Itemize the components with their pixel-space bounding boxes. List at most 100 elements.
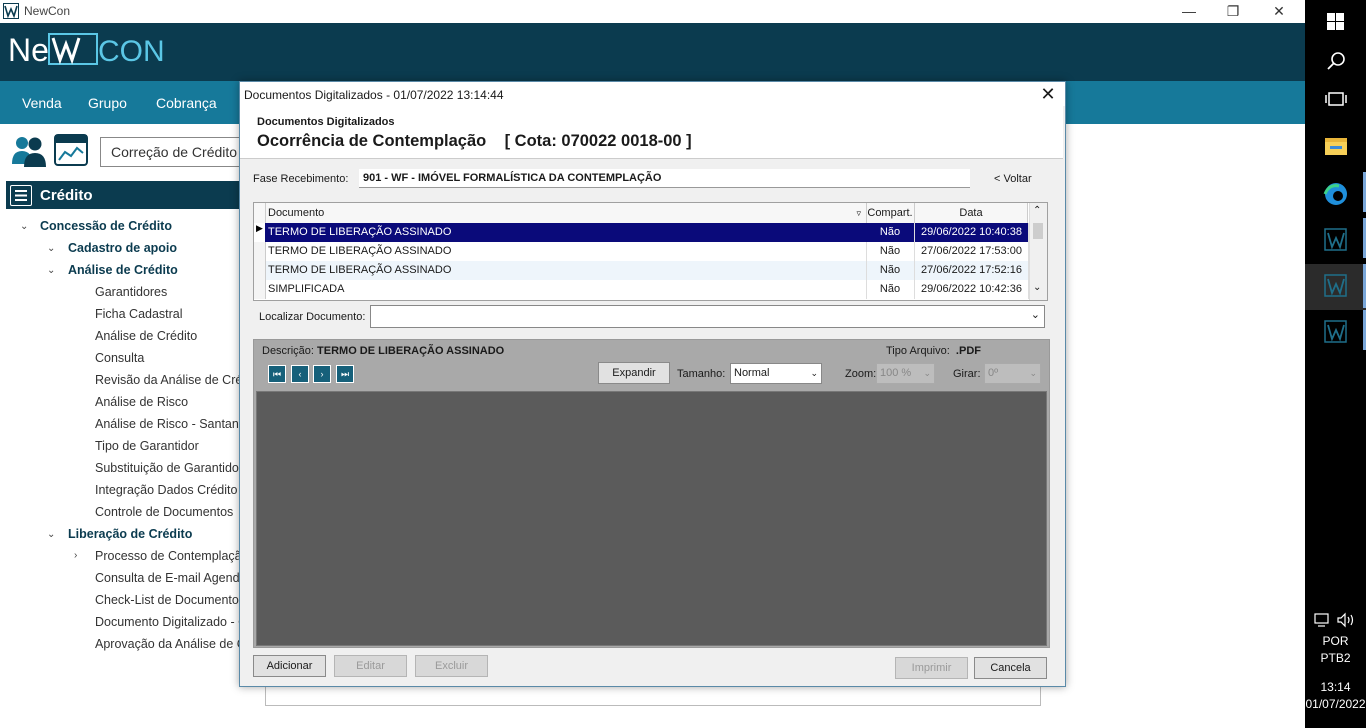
brand-bar: Ne CON: [0, 23, 1305, 81]
tree-item-substituicao-garantidor[interactable]: Substituição de Garantidor: [95, 461, 243, 475]
last-page-button[interactable]: ⏭: [336, 365, 354, 383]
tree-item-revisao-analise[interactable]: Revisão da Análise de Cré: [95, 373, 242, 387]
table-row[interactable]: SIMPLIFICADA Não 29/06/2022 10:42:36: [254, 280, 1029, 299]
descricao: Descrição: TERMO DE LIBERAÇÃO ASSINADO: [262, 345, 505, 357]
menu-cobranca[interactable]: Cobrança: [156, 95, 217, 111]
chevron-right-icon[interactable]: ›: [74, 550, 77, 561]
chevron-down-icon: ⌄: [923, 368, 931, 378]
menu-venda[interactable]: Venda: [22, 95, 62, 111]
zoom-label: Zoom:: [845, 368, 877, 380]
tree-item-aprovacao-analise[interactable]: Aprovação da Análise de C: [95, 637, 246, 651]
svg-text:Ne: Ne: [8, 32, 49, 68]
newcon-taskbar-icon[interactable]: [1305, 218, 1366, 262]
report-screen-icon[interactable]: [54, 134, 88, 166]
close-window-button[interactable]: ✕: [1264, 2, 1294, 20]
chevron-down-icon[interactable]: ⌄: [20, 221, 28, 232]
tree-item-tipo-garantidor[interactable]: Tipo de Garantidor: [95, 439, 199, 453]
users-icon[interactable]: [12, 134, 46, 168]
menu-list-icon[interactable]: [10, 185, 32, 206]
app-titlebar: NewCon — ❐ ✕: [0, 0, 1305, 23]
language-label[interactable]: POR: [1305, 634, 1366, 648]
documentos-digitalizados-dialog: Documentos Digitalizados - 01/07/2022 13…: [239, 81, 1066, 687]
voltar-link[interactable]: < Voltar: [994, 173, 1032, 185]
tree-item-liberacao-credito[interactable]: Liberação de Crédito: [68, 527, 192, 541]
tree-item-check-list[interactable]: Check-List de Documento: [95, 593, 239, 607]
newcon-taskbar-icon-active[interactable]: [1305, 264, 1366, 308]
chevron-down-icon: ⌄: [810, 368, 818, 378]
tree-item-documento-digitalizado[interactable]: Documento Digitalizado - C: [95, 615, 247, 629]
table-row[interactable]: TERMO DE LIBERAÇÃO ASSINADO Não 27/06/20…: [254, 261, 1029, 280]
first-page-button[interactable]: ⏮: [268, 365, 286, 383]
tree-item-garantidores[interactable]: Garantidores: [95, 285, 167, 299]
tamanho-select[interactable]: Normal ⌄: [730, 363, 822, 384]
edge-browser-icon[interactable]: [1305, 172, 1366, 216]
next-page-button[interactable]: ›: [313, 365, 331, 383]
tree-item-cadastro-apoio[interactable]: Cadastro de apoio: [68, 241, 177, 255]
svg-text:CON: CON: [98, 35, 165, 68]
tree-item-consulta[interactable]: Consulta: [95, 351, 144, 365]
grid-header: Documento ▿ Compart. Data: [254, 203, 1028, 224]
clock-time[interactable]: 13:14: [1305, 680, 1366, 694]
clock-date[interactable]: 01/07/2022: [1305, 697, 1366, 711]
breadcrumb[interactable]: Correção de Crédito: [100, 137, 242, 167]
localizar-documento-select[interactable]: ⌄: [370, 305, 1045, 328]
document-viewer: Descrição: TERMO DE LIBERAÇÃO ASSINADO T…: [253, 339, 1050, 648]
windows-taskbar: POR PTB2 13:14 01/07/2022: [1305, 0, 1366, 728]
dialog-subtitle: Documentos Digitalizados: [257, 116, 395, 128]
task-view-icon[interactable]: [1305, 78, 1366, 122]
scroll-up-icon[interactable]: ⌃: [1033, 205, 1041, 216]
prev-page-button[interactable]: ‹: [291, 365, 309, 383]
tree-item-concessao-credito[interactable]: Concessão de Crédito: [40, 219, 172, 233]
tree-item-analise-risco[interactable]: Análise de Risco: [95, 395, 188, 409]
chevron-down-icon[interactable]: ⌄: [47, 243, 55, 254]
newcon-taskbar-icon-2[interactable]: [1305, 310, 1366, 354]
tree-item-ficha-cadastral[interactable]: Ficha Cadastral: [95, 307, 183, 321]
table-row[interactable]: ▶ TERMO DE LIBERAÇÃO ASSINADO Não 29/06/…: [254, 223, 1029, 242]
chevron-down-icon[interactable]: ⌄: [1031, 308, 1040, 321]
scroll-down-icon[interactable]: ⌄: [1033, 282, 1041, 293]
fase-recebimento-value: 901 - WF - IMÓVEL FORMALÍSTICA DA CONTEM…: [363, 172, 662, 184]
tipo-arquivo: Tipo Arquivo: .PDF: [886, 345, 981, 357]
imprimir-button[interactable]: Imprimir: [895, 657, 968, 679]
document-preview-area[interactable]: [256, 391, 1047, 646]
excluir-button[interactable]: Excluir: [415, 655, 488, 677]
tree-item-integracao-dados[interactable]: Integração Dados Crédito: [95, 483, 237, 497]
tree-item-processo-contemplacao[interactable]: Processo de Contemplaçã: [95, 549, 242, 563]
dialog-close-icon[interactable]: ✕: [1037, 84, 1059, 105]
minimize-button[interactable]: —: [1174, 2, 1204, 20]
chevron-down-icon: ⌄: [1029, 368, 1037, 378]
tree-item-controle-documentos[interactable]: Controle de Documentos: [95, 505, 233, 519]
adicionar-button[interactable]: Adicionar: [253, 655, 326, 677]
tree-item-analise-credito[interactable]: Análise de Crédito: [95, 329, 197, 343]
column-documento[interactable]: Documento ▿: [265, 203, 867, 223]
fase-recebimento-label: Fase Recebimento:: [253, 173, 349, 185]
zoom-select[interactable]: 100 % ⌄: [876, 363, 935, 384]
girar-select[interactable]: 0º ⌄: [984, 363, 1041, 384]
table-row[interactable]: TERMO DE LIBERAÇÃO ASSINADO Não 27/06/20…: [254, 242, 1029, 261]
newcon-app-icon: [3, 3, 19, 19]
grid-scrollbar[interactable]: ⌃ ⌄: [1029, 203, 1047, 300]
restore-button[interactable]: ❐: [1218, 2, 1248, 20]
tree-item-analise-risco-santander[interactable]: Análise de Risco - Santan: [95, 417, 239, 431]
windows-start-icon[interactable]: [1305, 0, 1366, 44]
keyboard-label[interactable]: PTB2: [1305, 651, 1366, 665]
tree-item-consulta-email[interactable]: Consulta de E-mail Agend: [95, 571, 240, 585]
column-compart[interactable]: Compart.: [866, 203, 915, 223]
expandir-button[interactable]: Expandir: [598, 362, 670, 384]
editar-button[interactable]: Editar: [334, 655, 407, 677]
breadcrumb-label: Correção de Crédito: [111, 144, 238, 160]
filter-icon[interactable]: ▿: [856, 203, 861, 223]
chevron-down-icon[interactable]: ⌄: [47, 529, 55, 540]
scroll-thumb[interactable]: [1033, 223, 1043, 239]
chevron-down-icon[interactable]: ⌄: [47, 265, 55, 276]
menu-grupo[interactable]: Grupo: [88, 95, 127, 111]
newcon-logo: Ne CON: [8, 32, 165, 68]
documents-grid: Documento ▿ Compart. Data ▶ TERMO DE LIB…: [253, 202, 1048, 301]
network-volume-icon[interactable]: [1313, 611, 1357, 629]
cancela-button[interactable]: Cancela: [974, 657, 1047, 679]
tree-item-analise-credito-group[interactable]: Análise de Crédito: [68, 263, 178, 277]
column-data[interactable]: Data: [915, 203, 1028, 223]
file-explorer-icon[interactable]: [1305, 124, 1366, 168]
sidebar-header: Crédito: [6, 181, 240, 209]
sidebar-header-label: Crédito: [40, 187, 93, 204]
